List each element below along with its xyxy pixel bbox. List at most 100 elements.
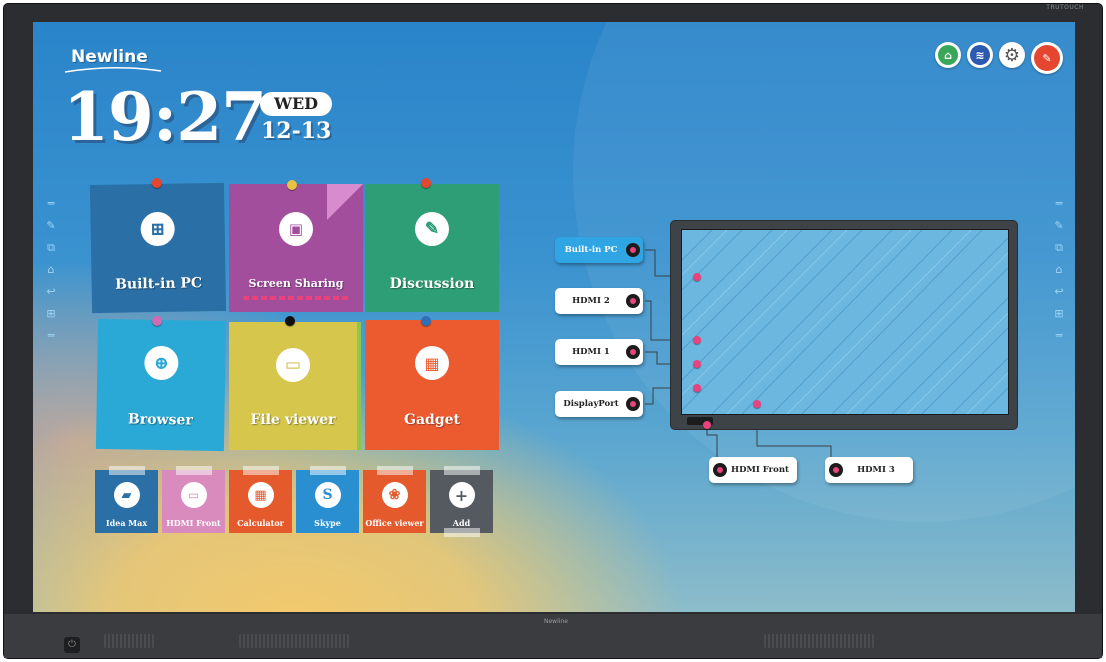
tape (310, 466, 346, 475)
back-icon[interactable]: ↩ (1054, 285, 1063, 299)
tape (109, 466, 145, 475)
office-icon: ❀ (381, 482, 408, 508)
pin-icon (287, 180, 297, 190)
pen-icon[interactable]: ✎ (1054, 219, 1063, 233)
tile-label: Gadget (404, 412, 460, 428)
globe-icon: ⊕ (144, 345, 179, 381)
source-hdmi-3[interactable]: HDMI 3 (825, 457, 913, 483)
settings-button[interactable]: ⚙ (999, 42, 1025, 68)
wireless-icon: ≋ (970, 45, 990, 65)
newline-logo: Newline (71, 47, 148, 67)
chin-logo: Newline (544, 618, 568, 625)
port-dot (693, 273, 701, 281)
tape (176, 466, 212, 475)
clock-time: 19:27 (63, 78, 267, 156)
menu-icon[interactable]: ═ (1056, 197, 1063, 211)
pencil-icon: ✎ (415, 212, 449, 246)
app-label: Calculator (237, 518, 284, 528)
app-office-viewer[interactable]: ❀ Office viewer (363, 466, 426, 533)
clock-day: WED (260, 92, 332, 116)
pin-icon (151, 177, 162, 189)
tape (444, 466, 480, 475)
pen-icon[interactable]: ✎ (46, 219, 55, 233)
hdmi-icon: ▭ (180, 482, 207, 508)
source-hdmi-front[interactable]: HDMI Front (709, 457, 797, 483)
pin-icon (152, 315, 163, 327)
tile-builtin-pc[interactable]: ⊞ Built-in PC (89, 177, 227, 314)
apps-icon[interactable]: ⊞ (1054, 307, 1063, 321)
port-dot (693, 384, 701, 392)
port-dot (753, 400, 761, 408)
squiggle-underline (243, 296, 349, 300)
bezel-brand: TRUTOUCH (1046, 4, 1084, 11)
source-label: Built-in PC (564, 245, 618, 255)
tablet-icon: ▰ (113, 482, 140, 508)
calculator-icon: ▦ (247, 482, 274, 508)
app-calculator[interactable]: ▦ Calculator (229, 466, 292, 533)
scribble-fill (682, 230, 1008, 414)
source-label: HDMI 1 (572, 347, 610, 357)
note-icon: ✎ (1034, 45, 1060, 71)
port-icon (713, 463, 727, 477)
port-dot (693, 336, 701, 344)
source-label: DisplayPort (563, 399, 619, 409)
pin-icon (421, 178, 431, 188)
menu-icon-bottom[interactable]: ═ (48, 329, 55, 343)
wireless-button[interactable]: ≋ (967, 42, 993, 68)
app-hdmi-front[interactable]: ▭ HDMI Front (162, 466, 225, 533)
page-curl (327, 184, 363, 220)
note-button[interactable]: ✎ (1031, 42, 1063, 74)
usb-button[interactable]: ⌂ (935, 42, 961, 68)
tile-label: File viewer (250, 412, 336, 428)
app-label: HDMI Front (166, 518, 221, 528)
status-icons: ⌂ ≋ ⚙ ✎ (935, 42, 1063, 74)
tile-browser[interactable]: ⊕ Browser (95, 315, 227, 452)
folder-icon: ▭ (276, 348, 310, 382)
app-skype[interactable]: S Skype (296, 466, 359, 533)
app-add[interactable]: + Add (430, 466, 493, 537)
logo-swoosh (64, 67, 162, 73)
source-builtin-pc[interactable]: Built-in PC (555, 237, 643, 263)
menu-icon-bottom[interactable]: ═ (1056, 329, 1063, 343)
port-icon (626, 345, 640, 359)
tile-label: Screen Sharing (248, 277, 344, 290)
port-dot (693, 360, 701, 368)
app-label: Office viewer (365, 518, 424, 528)
source-label: HDMI 2 (572, 296, 610, 306)
home-icon[interactable]: ⌂ (48, 263, 55, 277)
source-displayport[interactable]: DisplayPort (555, 391, 643, 417)
speaker-grille (764, 634, 874, 648)
menu-icon[interactable]: ═ (48, 197, 55, 211)
tile-gadget[interactable]: ▦ Gadget (365, 316, 499, 450)
grid-icon: ▦ (415, 346, 449, 380)
tile-file-viewer[interactable]: ▭ File viewer (229, 316, 357, 450)
display-chin: Newline ⏻ (4, 614, 1102, 658)
home-icon[interactable]: ⌂ (1056, 263, 1063, 277)
pin-icon (285, 316, 295, 326)
app-idea-max[interactable]: ▰ Idea Max (95, 466, 158, 533)
source-label: HDMI Front (731, 465, 789, 475)
back-icon[interactable]: ↩ (46, 285, 55, 299)
screenshot-icon[interactable]: ⧉ (1055, 241, 1063, 255)
port-icon (626, 294, 640, 308)
port-icon (829, 463, 843, 477)
screenshot-icon[interactable]: ⧉ (47, 241, 55, 255)
tile-screen-sharing[interactable]: ▣ Screen Sharing (229, 180, 363, 312)
tape (444, 528, 480, 537)
tile-discussion[interactable]: ✎ Discussion (365, 178, 499, 312)
home-screen: Newline 19:27 WED 12-13 ⌂ ≋ ⚙ ✎ ═ ✎ ⧉ ⌂ … (33, 22, 1075, 612)
power-icon: ⏻ (68, 639, 76, 650)
source-hdmi-2[interactable]: HDMI 2 (555, 288, 643, 314)
source-label: HDMI 3 (857, 465, 895, 475)
tile-label: Browser (127, 411, 193, 429)
tile-label: Discussion (389, 276, 475, 292)
port-dot (703, 421, 711, 429)
clock-date: 12-13 (261, 118, 332, 144)
apps-icon[interactable]: ⊞ (46, 307, 55, 321)
power-button[interactable]: ⏻ (64, 637, 80, 653)
pin-icon (421, 316, 431, 326)
right-toolbar: ═ ✎ ⧉ ⌂ ↩ ⊞ ═ (1053, 197, 1065, 343)
app-label: Skype (314, 518, 341, 528)
windows-icon: ⊞ (140, 211, 175, 247)
source-hdmi-1[interactable]: HDMI 1 (555, 339, 643, 365)
